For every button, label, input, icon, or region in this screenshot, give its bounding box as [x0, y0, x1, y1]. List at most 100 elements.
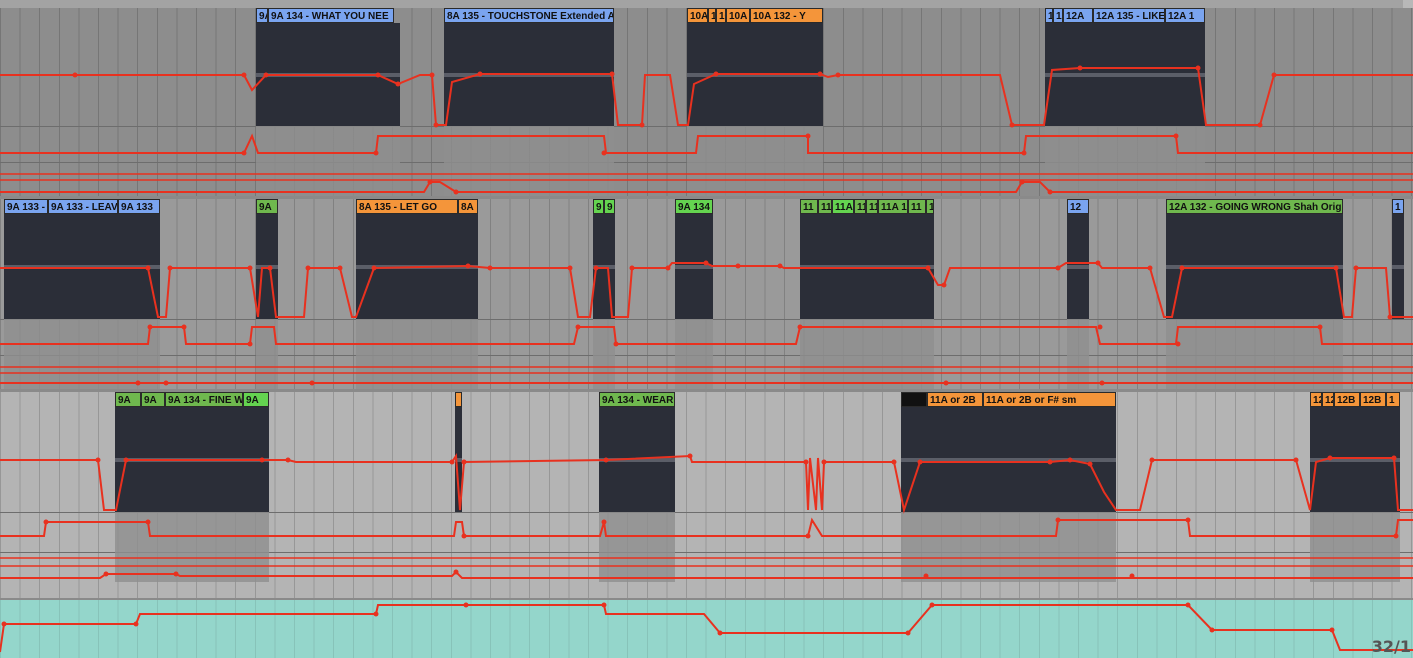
- clip-title[interactable]: 9A 134 - WHAT YOU NEE: [268, 8, 394, 23]
- waveform-ghost: [593, 319, 615, 389]
- waveform-ghost: [4, 319, 160, 389]
- waveform-ghost: [599, 512, 675, 582]
- audio-clip[interactable]: 11 11 11A 11 11 11A 1 11 1: [800, 199, 934, 389]
- clip-title[interactable]: [455, 392, 462, 407]
- audio-track-3[interactable]: 9A 9A 9A 134 - FINE W 9A 9A 134 - WEAR 1…: [0, 392, 1413, 598]
- waveform-ghost: [115, 512, 269, 582]
- clip-title[interactable]: 1: [1045, 8, 1053, 23]
- clip-title[interactable]: 12A 132 - GOING WRONG Shah Origin: [1166, 199, 1343, 214]
- clip-title[interactable]: 12A 1: [1165, 8, 1205, 23]
- clip-title[interactable]: 12: [1322, 392, 1334, 407]
- waveform: [593, 214, 615, 319]
- clip-title[interactable]: 9A 133 -: [4, 199, 48, 214]
- audio-clip[interactable]: [455, 392, 462, 582]
- audio-clip[interactable]: 1 12 12A 12A 135 - LIKE 12A 1: [1045, 8, 1205, 196]
- audio-clip[interactable]: 12 12 12B 12B 1: [1310, 392, 1400, 582]
- clip-title[interactable]: 12A 135 - LIKE: [1093, 8, 1165, 23]
- waveform: [444, 23, 614, 126]
- clip-title[interactable]: 10A: [726, 8, 750, 23]
- clip-title[interactable]: 12: [1067, 199, 1089, 214]
- clip-title[interactable]: 12B: [1360, 392, 1386, 407]
- audio-track-2[interactable]: 9A 133 - 9A 133 - LEAV 9A 133 9A 8A 135 …: [0, 199, 1413, 389]
- waveform: [599, 407, 675, 512]
- waveform: [4, 214, 160, 319]
- audio-clip[interactable]: 9A 9A 9A 134 - FINE W 9A: [115, 392, 269, 582]
- clip-title[interactable]: 9: [604, 199, 615, 214]
- waveform: [675, 214, 713, 319]
- clip-title[interactable]: 12B: [1334, 392, 1360, 407]
- clip-title[interactable]: 8A 135 - LET GO: [356, 199, 458, 214]
- waveform-ghost: [901, 512, 1116, 582]
- waveform-ghost: [675, 319, 713, 389]
- audio-clip[interactable]: 10A 1 10 10A 10A 132 - Y: [687, 8, 823, 196]
- waveform: [1166, 214, 1343, 319]
- clip-title[interactable]: 1: [1392, 199, 1404, 214]
- waveform-ghost: [800, 319, 934, 389]
- audio-clip[interactable]: 9A: [256, 199, 278, 389]
- clip-title[interactable]: 9A: [243, 392, 269, 407]
- audio-clip[interactable]: 9 9: [593, 199, 615, 389]
- clip-title[interactable]: 9A: [256, 199, 278, 214]
- arrangement-top-bar: [0, 0, 1413, 8]
- audio-clip[interactable]: 1: [1392, 199, 1404, 389]
- waveform: [356, 214, 478, 319]
- waveform-ghost: [256, 319, 278, 389]
- clip-title[interactable]: 11: [818, 199, 832, 214]
- waveform: [800, 214, 934, 319]
- clip-title[interactable]: 9: [593, 199, 604, 214]
- clip-title[interactable]: 12: [1053, 8, 1063, 23]
- audio-clip[interactable]: 11A or 2B 11A or 2B or F# sm: [901, 392, 1116, 582]
- master-automation-lane[interactable]: 32/1: [0, 600, 1413, 658]
- clip-title[interactable]: 9A: [256, 8, 268, 23]
- clip-title[interactable]: 9A 134: [675, 199, 713, 214]
- audio-clip[interactable]: 9A 134 - WEAR: [599, 392, 675, 582]
- clip-title[interactable]: 1: [926, 199, 934, 214]
- waveform-ghost: [444, 126, 614, 196]
- clip-title[interactable]: 11: [908, 199, 926, 214]
- waveform: [1045, 23, 1205, 126]
- clip-title[interactable]: 9A 133: [118, 199, 160, 214]
- waveform-ghost: [1166, 319, 1343, 389]
- master-automation-line[interactable]: [0, 600, 1413, 658]
- clip-title[interactable]: 9A 134 - FINE W: [165, 392, 243, 407]
- waveform: [1392, 214, 1404, 319]
- clip-title[interactable]: 9A 134 - WEAR: [599, 392, 675, 407]
- clip-title[interactable]: 12: [1310, 392, 1322, 407]
- waveform: [1067, 214, 1089, 319]
- clip-title[interactable]: 11A or 2B: [927, 392, 983, 407]
- waveform-ghost: [1310, 512, 1400, 582]
- clip-title[interactable]: 9A: [115, 392, 141, 407]
- audio-clip[interactable]: 12: [1067, 199, 1089, 389]
- clip-title-blank[interactable]: [901, 392, 927, 407]
- waveform: [901, 407, 1116, 512]
- audio-clip[interactable]: 12A 132 - GOING WRONG Shah Origin: [1166, 199, 1343, 389]
- audio-clip[interactable]: 9A 9A 134 - WHAT YOU NEE: [256, 8, 400, 196]
- audio-clip[interactable]: 8A 135 - LET GO 8A: [356, 199, 478, 389]
- audio-clip[interactable]: 8A 135 - TOUCHSTONE Extended All: [444, 8, 614, 196]
- scroll-corner[interactable]: [1403, 0, 1413, 8]
- clip-title[interactable]: 11A or 2B or F# sm: [983, 392, 1116, 407]
- waveform: [687, 23, 823, 126]
- clip-title[interactable]: 9A 133 - LEAV: [48, 199, 118, 214]
- clip-title[interactable]: 11: [800, 199, 818, 214]
- audio-track-1[interactable]: 9A 9A 134 - WHAT YOU NEE 8A 135 - TOUCHS…: [0, 8, 1413, 196]
- page-counter: 32/1: [1371, 637, 1411, 656]
- clip-title[interactable]: 1: [1386, 392, 1400, 407]
- clip-title[interactable]: 9A: [141, 392, 165, 407]
- audio-clip[interactable]: 9A 134: [675, 199, 713, 389]
- clip-title[interactable]: 11A 1: [878, 199, 908, 214]
- clip-title[interactable]: 11: [854, 199, 866, 214]
- clip-title[interactable]: 12A: [1063, 8, 1093, 23]
- waveform-ghost: [687, 126, 823, 196]
- clip-title[interactable]: 1: [708, 8, 716, 23]
- clip-title[interactable]: 8A: [458, 199, 478, 214]
- clip-title[interactable]: 10: [716, 8, 726, 23]
- waveform: [1310, 407, 1400, 512]
- clip-title[interactable]: 11: [866, 199, 878, 214]
- clip-title[interactable]: 10A 132 - Y: [750, 8, 823, 23]
- waveform: [256, 214, 278, 319]
- clip-title[interactable]: 11A: [832, 199, 854, 214]
- audio-clip[interactable]: 9A 133 - 9A 133 - LEAV 9A 133: [4, 199, 160, 389]
- clip-title[interactable]: 8A 135 - TOUCHSTONE Extended All: [444, 8, 614, 23]
- clip-title[interactable]: 10A: [687, 8, 708, 23]
